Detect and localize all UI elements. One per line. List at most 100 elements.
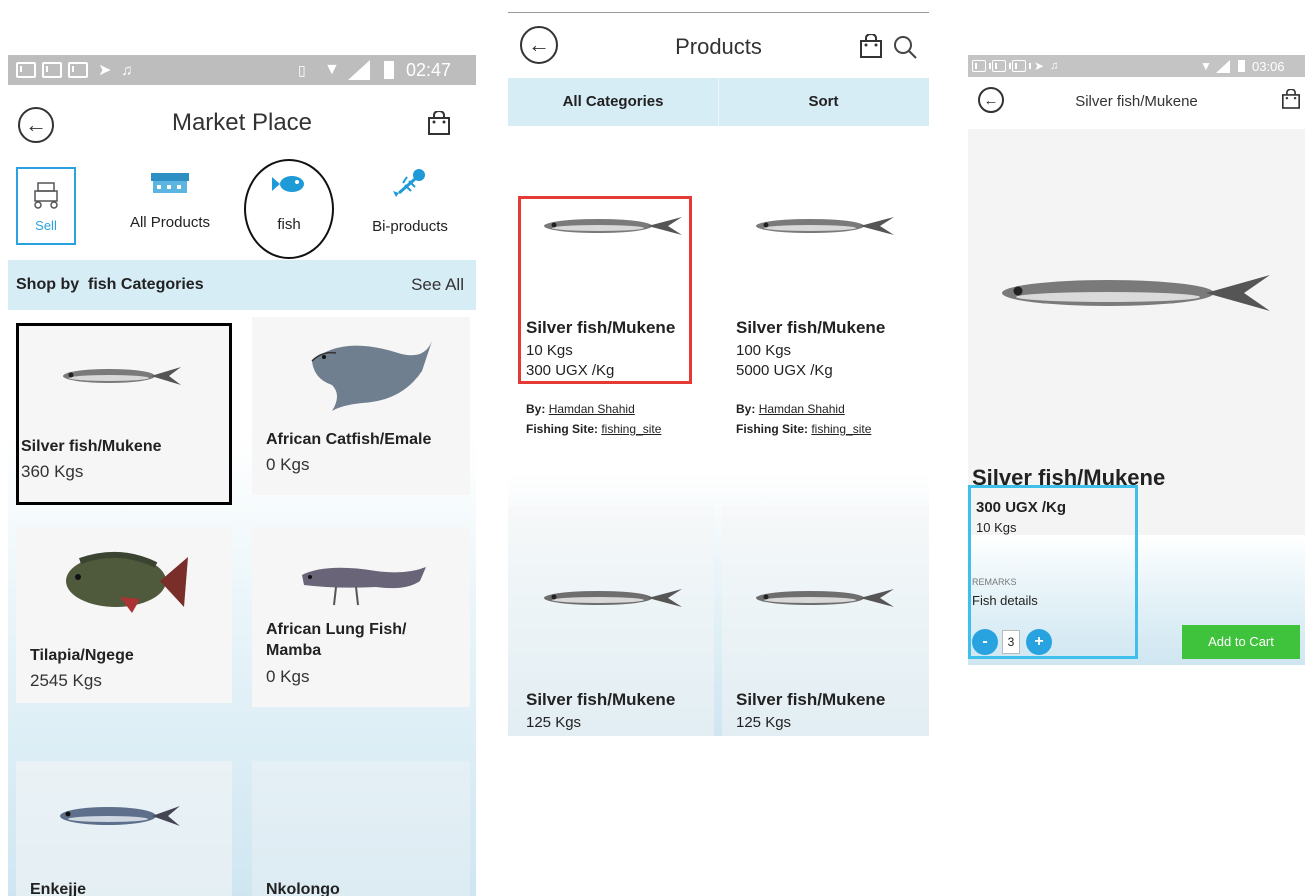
catfish-image — [311, 341, 432, 411]
shopping-bag-icon[interactable] — [428, 111, 450, 135]
product-card[interactable]: Silver fish/Mukene 125 Kgs — [722, 506, 929, 736]
site-label: Fishing Site: — [736, 422, 808, 436]
by-label: By: — [736, 402, 756, 416]
sell-stall-icon — [34, 182, 58, 209]
category-card-silver-fish[interactable]: Silver fish/Mukene 360 Kgs — [16, 323, 232, 505]
product-price: 300 UGX /Kg — [976, 499, 1067, 516]
product-name: Silver fish/Mukene — [736, 690, 886, 709]
sort-button[interactable]: Sort — [718, 93, 929, 110]
wifi-icon: ▼ — [1200, 59, 1212, 73]
card-name: African Lung Fish/ Mamba — [266, 621, 407, 659]
battery-icon — [1238, 60, 1245, 72]
market-place-screen: ➤ ♫ ▯ ▼ 02:47 ← Market Place Sell All Pr… — [8, 55, 476, 896]
category-card-nkolongo[interactable]: Nkolongo — [252, 761, 470, 896]
status-time: 02:47 — [406, 59, 452, 80]
status-bar: ➤ ♫ ▯ ▼ 02:47 — [8, 55, 476, 85]
all-categories-button[interactable]: All Categories — [508, 93, 718, 110]
remarks-label: REMARKS — [972, 577, 1017, 587]
category-card-tilapia[interactable]: Tilapia/Ngege 2545 Kgs — [16, 527, 232, 703]
remarks-text: Fish details — [972, 593, 1038, 608]
seller-link[interactable]: Hamdan Shahid — [759, 402, 845, 416]
decrement-button[interactable]: - — [972, 629, 998, 655]
silver-fish-image — [756, 217, 894, 235]
filter-bar: All Categories Sort — [508, 78, 929, 126]
bell-icon: ♫ — [121, 61, 133, 79]
section-title: Shop by fish Categories — [16, 276, 204, 293]
location-icon: ➤ — [1034, 59, 1045, 73]
product-name: Silver fish/Mukene — [526, 690, 676, 709]
mail-icon — [16, 62, 36, 78]
seller-line: By: Hamdan Shahid — [736, 402, 845, 416]
fishing-site-link[interactable]: fishing_site — [811, 422, 871, 436]
product-name: Silver fish/Mukene — [736, 318, 886, 337]
fishing-site-link[interactable]: fishing_site — [601, 422, 661, 436]
site-line: Fishing Site: fishing_site — [526, 422, 661, 436]
product-card[interactable]: Silver fish/Mukene 100 Kgs 5000 UGX /Kg … — [722, 136, 929, 476]
section-header: Shop by fish Categories See All — [8, 260, 476, 310]
product-qty: 125 Kgs — [736, 714, 792, 731]
tab-bi-products-label: Bi-products — [372, 218, 448, 235]
signal-icon — [348, 60, 370, 80]
quantity-value[interactable]: 3 — [1002, 630, 1020, 654]
mail-icon — [1012, 60, 1031, 72]
product-price: 300 UGX /Kg — [526, 362, 615, 379]
mail-icon — [972, 60, 991, 72]
silver-fish-image — [63, 367, 181, 385]
product-detail-screen: ➤ ♫ ▼ 03:06 ← Silver fish/Mukene Silver … — [968, 55, 1305, 665]
mail-icon — [68, 62, 88, 78]
card-qty: 0 Kgs — [266, 667, 310, 686]
tab-all-products-label: All Products — [129, 214, 211, 231]
location-icon: ➤ — [98, 62, 112, 79]
category-card-african-catfish[interactable]: African Catfish/Emale 0 Kgs — [252, 317, 470, 495]
status-bar: ➤ ♫ ▼ 03:06 — [968, 55, 1305, 77]
card-name: African Catfish/Emale — [266, 431, 432, 448]
status-time: 03:06 — [1252, 58, 1285, 74]
enkejje-image — [60, 806, 180, 826]
fish-bone-icon — [393, 169, 425, 197]
shopping-bag-icon[interactable] — [860, 34, 882, 58]
mail-icon — [992, 60, 1011, 72]
silver-fish-image — [756, 589, 894, 607]
product-price: 5000 UGX /Kg — [736, 362, 833, 379]
mail-icon — [42, 62, 62, 78]
seller-link[interactable]: Hamdan Shahid — [549, 402, 635, 416]
lung-fish-image — [302, 567, 426, 606]
product-card[interactable]: Silver fish/Mukene 125 Kgs — [508, 506, 714, 736]
tab-all-products[interactable]: All Products — [120, 167, 220, 245]
wifi-icon: ▼ — [324, 61, 340, 78]
page-title: Silver fish/Mukene — [1075, 93, 1198, 110]
battery-icon — [384, 61, 394, 79]
see-all-link[interactable]: See All — [411, 275, 464, 295]
card-name: Silver fish/Mukene — [21, 438, 162, 455]
products-screen: ← Products All Categories Sort Silver fi… — [508, 12, 929, 736]
site-label: Fishing Site: — [526, 422, 598, 436]
increment-button[interactable]: + — [1026, 629, 1052, 655]
shopping-bag-icon[interactable] — [1282, 89, 1300, 109]
card-name: Tilapia/Ngege — [30, 647, 134, 664]
silver-fish-image — [544, 589, 682, 607]
product-qty: 100 Kgs — [736, 342, 792, 359]
market-stall-icon — [151, 173, 189, 193]
product-card[interactable]: Silver fish/Mukene 10 Kgs 300 UGX /Kg By… — [508, 136, 714, 476]
product-name: Silver fish/Mukene — [526, 318, 676, 337]
tab-fish[interactable]: fish — [244, 159, 334, 259]
add-to-cart-button[interactable]: Add to Cart — [1182, 625, 1300, 659]
card-qty: 0 Kgs — [266, 455, 310, 474]
seller-line: By: Hamdan Shahid — [526, 402, 635, 416]
card-qty: 360 Kgs — [21, 462, 84, 481]
bell-icon: ♫ — [1050, 60, 1059, 72]
fish-icon — [272, 176, 304, 192]
tilapia-image — [66, 551, 188, 613]
category-card-enkejje[interactable]: Enkejje — [16, 761, 232, 896]
tab-sell[interactable]: Sell — [16, 167, 76, 245]
vibrate-icon: ▯ — [298, 61, 306, 78]
silver-fish-image — [1002, 275, 1270, 311]
card-name: Nkolongo — [266, 881, 340, 896]
card-qty: 2545 Kgs — [30, 671, 102, 690]
by-label: By: — [526, 402, 546, 416]
card-name: Enkejje — [30, 881, 87, 896]
search-icon[interactable] — [892, 34, 918, 60]
tab-bi-products[interactable]: Bi-products — [360, 167, 460, 245]
category-card-african-lung-fish[interactable]: African Lung Fish/ Mamba 0 Kgs — [252, 527, 470, 707]
signal-icon — [1216, 60, 1230, 73]
